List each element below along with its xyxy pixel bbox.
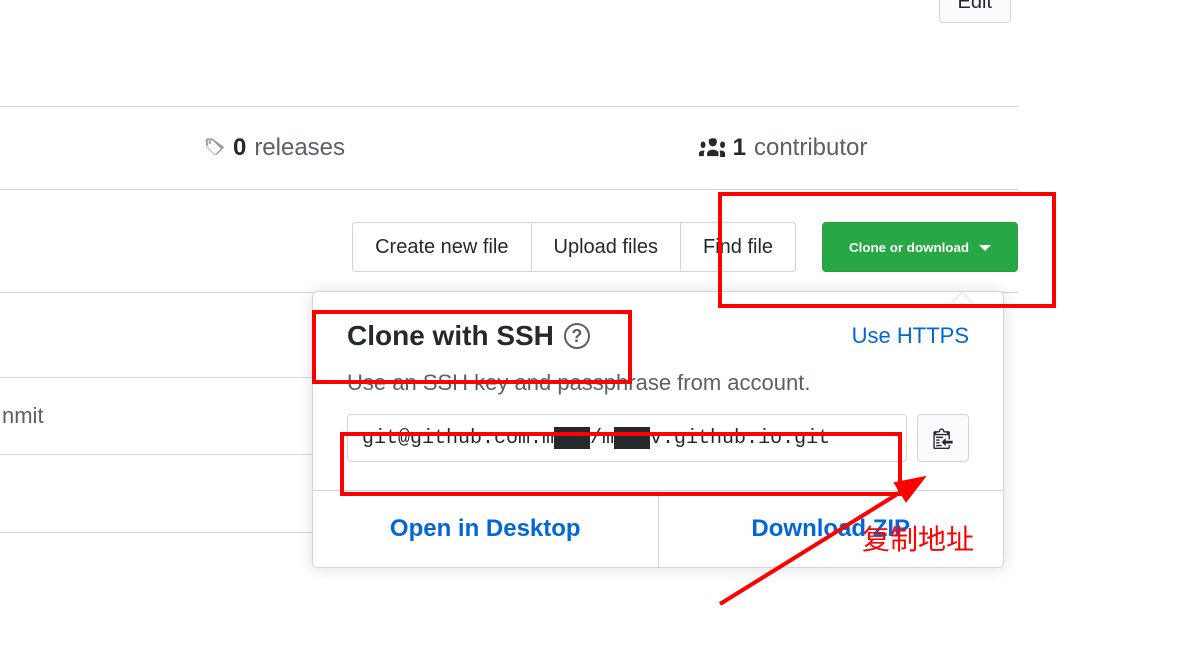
open-in-desktop-button[interactable]: Open in Desktop xyxy=(313,491,658,567)
commit-row-stub: nmit xyxy=(0,377,312,455)
clone-title-text: Clone with SSH xyxy=(347,320,554,352)
upload-files-button[interactable]: Upload files xyxy=(532,222,682,272)
tag-icon xyxy=(203,137,225,159)
use-https-link[interactable]: Use HTTPS xyxy=(852,323,969,349)
releases-label: releases xyxy=(254,134,345,162)
clone-or-download-label: Clone or download xyxy=(849,240,969,255)
clipboard-icon xyxy=(933,427,953,449)
find-file-button[interactable]: Find file xyxy=(681,222,796,272)
create-new-file-button[interactable]: Create new file xyxy=(352,222,531,272)
repo-stats-row: 0 releases 1 contributor xyxy=(0,106,1018,190)
copy-url-button[interactable] xyxy=(917,414,969,462)
edit-button[interactable]: Edit xyxy=(939,0,1011,23)
contributors-link[interactable]: 1 contributor xyxy=(548,107,1018,189)
help-icon[interactable]: ? xyxy=(564,323,590,349)
releases-count: 0 xyxy=(233,134,246,162)
people-icon xyxy=(699,137,725,159)
contributor-label: contributor xyxy=(754,134,867,162)
caret-down-icon xyxy=(979,245,991,257)
commit-label-stub: nmit xyxy=(2,403,44,429)
contributor-count: 1 xyxy=(733,134,746,162)
clone-dropdown-panel: Clone with SSH ? Use HTTPS Use an SSH ke… xyxy=(312,291,1004,568)
clone-url-input[interactable] xyxy=(347,414,907,462)
clone-with-ssh-heading: Clone with SSH ? xyxy=(347,320,590,352)
download-zip-button[interactable]: Download ZIP xyxy=(658,491,1004,567)
clone-description: Use an SSH key and passphrase from accou… xyxy=(347,370,969,396)
file-btn-group: Create new file Upload files Find file xyxy=(352,222,796,272)
clone-or-download-button[interactable]: Clone or download xyxy=(822,222,1018,272)
file-actions-row: Create new file Upload files Find file C… xyxy=(0,222,1018,272)
file-row-stub xyxy=(0,453,312,533)
releases-link[interactable]: 0 releases xyxy=(0,107,548,189)
